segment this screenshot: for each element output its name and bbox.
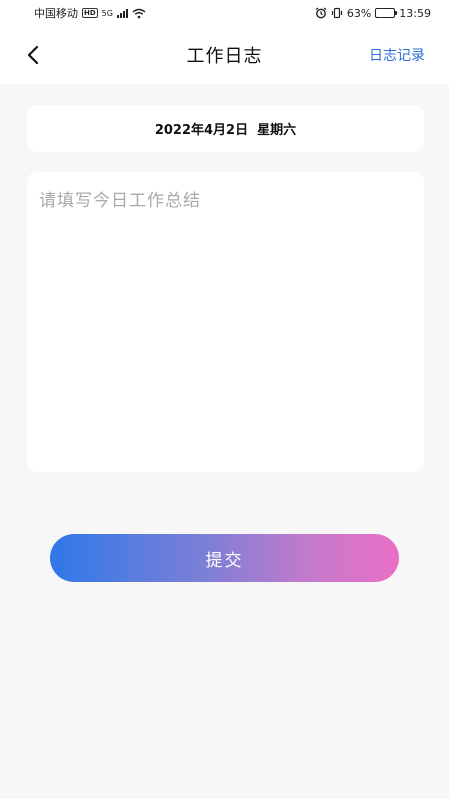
battery-icon xyxy=(375,8,398,18)
nav-bar: 工作日志 日志记录 xyxy=(0,26,449,84)
vibrate-icon xyxy=(331,7,342,19)
signal-icon xyxy=(116,8,128,18)
status-right: 63% 13:59 xyxy=(315,7,431,20)
status-bar: 中国移动 HD 5G 63% 13:59 xyxy=(0,0,449,26)
date-card: 2022年4月2日 星期六 xyxy=(27,105,424,152)
submit-button[interactable]: 提交 xyxy=(50,534,399,582)
summary-card xyxy=(27,172,424,472)
network-type: 5G xyxy=(101,8,113,18)
status-time: 13:59 xyxy=(399,6,431,20)
log-records-link[interactable]: 日志记录 xyxy=(369,45,425,65)
status-left: 中国移动 HD 5G xyxy=(34,5,146,21)
alarm-icon xyxy=(315,7,327,19)
screen: 中国移动 HD 5G 63% 13:59 工作日志 日志记录 2022年4月2日… xyxy=(0,0,449,799)
battery-percent: 63% xyxy=(346,6,372,20)
work-summary-input[interactable] xyxy=(39,186,412,458)
hd-badge: HD xyxy=(82,8,98,18)
carrier-name: 中国移动 xyxy=(34,7,78,20)
wifi-icon xyxy=(132,8,146,18)
date-text: 2022年4月2日 星期六 xyxy=(154,123,297,138)
